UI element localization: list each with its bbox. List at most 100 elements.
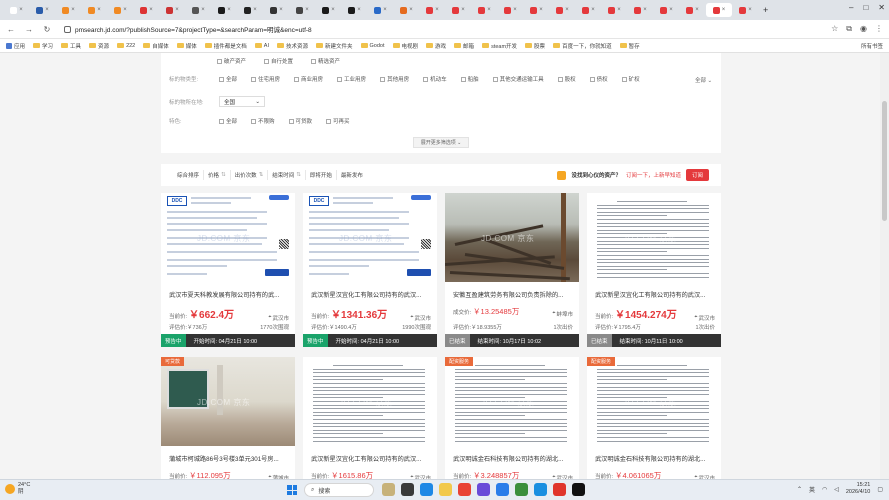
- bookmark-item[interactable]: 应用: [6, 42, 25, 50]
- bookmark-item[interactable]: 百度一下，你就知道: [553, 42, 612, 50]
- bookmark-item[interactable]: 暂存: [619, 42, 640, 50]
- tab-close-icon[interactable]: ×: [617, 7, 621, 13]
- type-option[interactable]: 船舶: [460, 75, 479, 83]
- app-icon-edge[interactable]: [420, 483, 433, 496]
- browser-tab[interactable]: ×: [680, 3, 705, 17]
- browser-tab[interactable]: ×: [4, 3, 29, 17]
- app-icon-store[interactable]: [496, 483, 509, 496]
- tab-close-icon[interactable]: ×: [435, 7, 439, 13]
- sort-option[interactable]: 价格 ⇅: [204, 170, 231, 180]
- browser-tab[interactable]: ×: [394, 3, 419, 17]
- browser-tab[interactable]: ×: [420, 3, 445, 17]
- browser-tab[interactable]: ×: [212, 3, 237, 17]
- browser-tab[interactable]: ×: [446, 3, 471, 17]
- tab-close-icon[interactable]: ×: [487, 7, 491, 13]
- sort-option[interactable]: 出价次数 ⇅: [231, 170, 269, 180]
- type-option[interactable]: 住宅用房: [251, 75, 280, 83]
- weather-widget[interactable]: 24°C 阴: [5, 482, 30, 496]
- browser-tab[interactable]: ×: [628, 3, 653, 17]
- auction-thumbnail[interactable]: DDC JD.COM 京东: [303, 193, 437, 282]
- feature-option[interactable]: 可贷款: [288, 117, 312, 125]
- checkbox[interactable]: [311, 58, 317, 64]
- auction-thumbnail[interactable]: JD.COM 京东: [587, 357, 721, 446]
- expand-filters-button[interactable]: 展开更多筛选项 ⌄: [413, 137, 469, 148]
- auction-card[interactable]: JD.COM 京东 可贷款 蒲城市柯城路86号3号楼3单元301号房... 当前价: ￥…: [161, 357, 295, 479]
- browser-tab[interactable]: ×: [290, 3, 315, 17]
- location-select[interactable]: 全国 ⌄: [219, 96, 265, 107]
- sort-option[interactable]: 结束时间 ⇅: [268, 170, 306, 180]
- bookmark-item[interactable]: 插件都是文档: [204, 42, 247, 50]
- type-option[interactable]: 股权: [557, 75, 576, 83]
- auction-card[interactable]: JD.COM 京东 安徽互盈建筑劳务有限公司负责拆除的... 成交价: ￥13.254…: [445, 193, 579, 347]
- auction-card[interactable]: JD.COM 京东 配资服务 武汉明诚金石科技有限公司持有的湖北... 当前价: ￥3.…: [445, 357, 579, 479]
- type-option[interactable]: 其他用房: [380, 75, 409, 83]
- promo-link[interactable]: 订阅一下，上新早知道: [626, 171, 681, 179]
- app-icon-tiktok[interactable]: [572, 483, 585, 496]
- tab-close-icon[interactable]: ×: [669, 7, 673, 13]
- checkbox[interactable]: [380, 76, 386, 82]
- tab-close-icon[interactable]: ×: [591, 7, 595, 13]
- checkbox[interactable]: [326, 118, 332, 124]
- app-icon-taskview[interactable]: [401, 483, 414, 496]
- browser-tab[interactable]: ×: [186, 3, 211, 17]
- scrollbar-thumb[interactable]: [882, 101, 887, 221]
- browser-tab[interactable]: ×: [264, 3, 289, 17]
- browser-tab[interactable]: ×: [733, 3, 758, 17]
- tab-close-icon[interactable]: ×: [71, 7, 75, 13]
- app-icon-chrome[interactable]: [458, 483, 471, 496]
- tray-chevron-icon[interactable]: ⌃: [797, 486, 802, 493]
- auction-card[interactable]: JD.COM 京东 配资服务 武汉明诚金石科技有限公司持有的湖北... 当前价: ￥4.…: [587, 357, 721, 479]
- close-window-icon[interactable]: ✕: [878, 3, 885, 12]
- tab-close-icon[interactable]: ×: [305, 7, 309, 13]
- type-option[interactable]: 矿权: [621, 75, 640, 83]
- tab-close-icon[interactable]: ×: [253, 7, 257, 13]
- card-title[interactable]: 武汉新星汉宜化工有限公司持有的武汉...: [595, 290, 719, 299]
- tab-close-icon[interactable]: ×: [331, 7, 335, 13]
- bookmark-item[interactable]: AI: [254, 43, 269, 49]
- bookmark-item[interactable]: 股票: [525, 42, 545, 50]
- tab-close-icon[interactable]: ×: [227, 7, 231, 13]
- bookmark-item[interactable]: 媒体: [176, 42, 197, 50]
- bookmark-item[interactable]: 新建文件夹: [316, 42, 353, 50]
- checkbox[interactable]: [460, 76, 466, 82]
- tab-close-icon[interactable]: ×: [748, 7, 752, 13]
- card-title[interactable]: 蒲城市柯城路86号3号楼3单元301号房...: [169, 454, 293, 463]
- checkbox[interactable]: [423, 76, 429, 82]
- bookmark-item[interactable]: 游戏: [426, 42, 446, 50]
- type-option[interactable]: 工业用房: [337, 75, 366, 83]
- feature-option[interactable]: 全部: [219, 117, 237, 125]
- tab-close-icon[interactable]: ×: [19, 7, 23, 13]
- all-bookmarks[interactable]: 所有书签: [861, 42, 883, 50]
- browser-tab[interactable]: ×: [238, 3, 263, 17]
- tab-close-icon[interactable]: ×: [357, 7, 361, 13]
- back-icon[interactable]: ←: [6, 25, 16, 34]
- tab-close-icon[interactable]: ×: [565, 7, 569, 13]
- browser-tab[interactable]: ×: [550, 3, 575, 17]
- browser-tab[interactable]: ×: [30, 3, 55, 17]
- bookmark-item[interactable]: 邮箱: [454, 42, 474, 50]
- browser-tab[interactable]: ×: [498, 3, 523, 17]
- auction-thumbnail[interactable]: JD.COM 京东: [161, 357, 295, 446]
- ime-indicator[interactable]: 英: [809, 485, 815, 494]
- page-scrollbar[interactable]: [880, 53, 889, 479]
- checkbox[interactable]: [219, 76, 224, 82]
- type-option[interactable]: 其他交通运输工具: [492, 75, 544, 83]
- card-title[interactable]: 武汉明诚金石科技有限公司持有的湖北...: [453, 454, 577, 463]
- card-title[interactable]: 安徽互盈建筑劳务有限公司负责拆除的...: [453, 290, 577, 299]
- tab-close-icon[interactable]: ×: [175, 7, 179, 13]
- bookmark-item[interactable]: 自媒体: [143, 42, 169, 50]
- card-title[interactable]: 武汉新星汉宜化工有限公司持有的武汉...: [311, 290, 435, 299]
- card-title[interactable]: 武汉市夏天科教发展有限公司持有的武...: [169, 290, 293, 299]
- tab-close-icon[interactable]: ×: [97, 7, 101, 13]
- browser-tab[interactable]: ×: [602, 3, 627, 17]
- auction-thumbnail[interactable]: JD.COM 京东: [587, 193, 721, 282]
- sort-option[interactable]: 综合排序: [173, 170, 205, 180]
- tab-close-icon[interactable]: ×: [695, 7, 699, 13]
- auction-card[interactable]: JD.COM 京东 武汉新星汉宜化工有限公司持有的武汉... 当前价: ￥1454.2…: [587, 193, 721, 347]
- card-title[interactable]: 武汉明诚金石科技有限公司持有的湖北...: [595, 454, 719, 463]
- address-bar[interactable]: pmsearch.jd.com/?publishSource=7&project…: [64, 24, 312, 34]
- browser-tab[interactable]: ×: [472, 3, 497, 17]
- tab-close-icon[interactable]: ×: [383, 7, 387, 13]
- browser-tab[interactable]: ×: [134, 3, 159, 17]
- checkbox[interactable]: [294, 76, 300, 82]
